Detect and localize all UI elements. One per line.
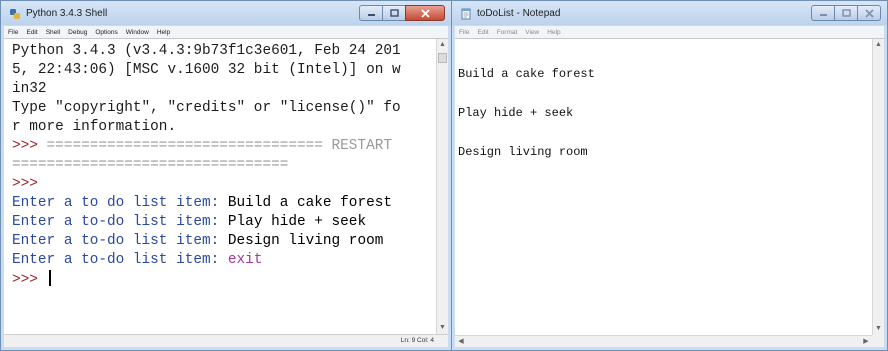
shell-text-segment: Enter a to-do list item:: [12, 214, 228, 230]
minimize-icon: [367, 14, 375, 16]
notepad-icon: [461, 8, 471, 20]
notepad-window: toDoList - Notepad File Edit Format View…: [451, 0, 888, 351]
menu-debug[interactable]: Debug: [68, 29, 87, 36]
scroll-down-arrow-icon[interactable]: ▼: [873, 323, 884, 335]
shell-line: in32: [12, 80, 432, 99]
menu-file[interactable]: File: [8, 29, 18, 36]
shell-text-segment: Play hide + seek: [227, 214, 367, 230]
shell-text-segment: Enter a to do list item:: [12, 195, 228, 211]
notepad-line: Design living room: [458, 145, 588, 159]
shell-menu-bar: File Edit Shell Debug Options Window Hel…: [4, 26, 448, 38]
scroll-left-arrow-icon[interactable]: ◀: [455, 336, 467, 347]
notepad-window-title: toDoList - Notepad: [477, 8, 561, 19]
shell-text-segment: ================================: [12, 157, 289, 173]
shell-text-area[interactable]: Python 3.4.3 (v3.4.3:9b73f1c3e601, Feb 2…: [4, 38, 448, 347]
shell-line: >>> ================================ RES…: [12, 137, 432, 156]
scroll-up-arrow-icon[interactable]: ▲: [873, 39, 884, 51]
notepad-horizontal-scrollbar[interactable]: ◀ ▶: [455, 335, 872, 347]
shell-text-segment: >>>: [12, 138, 47, 154]
close-icon: [420, 8, 430, 18]
shell-maximize-button[interactable]: [382, 5, 405, 21]
menu-format[interactable]: Format: [497, 29, 518, 36]
shell-line: Enter a to do list item: Build a cake fo…: [12, 194, 432, 213]
shell-text-segment: in32: [12, 81, 47, 97]
menu-options[interactable]: Options: [95, 29, 117, 36]
shell-line: Type "copyright", "credits" or "license(…: [12, 99, 432, 118]
notepad-vertical-scrollbar[interactable]: ▲ ▼: [872, 39, 884, 335]
shell-line: Enter a to-do list item: Play hide + see…: [12, 213, 432, 232]
shell-text-segment: >>>: [12, 272, 47, 288]
menu-shell[interactable]: Shell: [46, 29, 60, 36]
shell-text-segment: Python 3.4.3 (v3.4.3:9b73f1c3e601, Feb 2…: [12, 43, 401, 59]
shell-title-bar[interactable]: Python 3.4.3 Shell: [1, 1, 451, 25]
menu-file[interactable]: File: [459, 29, 469, 36]
shell-line: 5, 22:43:06) [MSC v.1600 32 bit (Intel)]…: [12, 61, 432, 80]
shell-window-controls: [359, 5, 445, 21]
shell-text-segment: Type "copyright", "credits" or "license(…: [12, 100, 401, 116]
notepad-menu-bar: File Edit Format View Help: [455, 26, 884, 38]
shell-text-segment: r more information.: [12, 119, 177, 135]
shell-line: Enter a to-do list item: exit: [12, 251, 432, 270]
maximize-icon: [841, 9, 851, 17]
cursor-position: Ln: 9 Col: 4: [400, 337, 434, 344]
shell-text-segment: >>>: [12, 176, 38, 192]
notepad-line: Play hide + seek: [458, 106, 574, 120]
scroll-up-arrow-icon[interactable]: ▲: [437, 39, 448, 51]
close-icon: [864, 8, 874, 18]
scroll-right-arrow-icon[interactable]: ▶: [860, 336, 872, 347]
shell-line: Enter a to-do list item: Design living r…: [12, 232, 432, 251]
shell-line: >>>: [12, 175, 432, 194]
notepad-text-area[interactable]: Build a cake forest Play hide + seek Des…: [455, 38, 884, 347]
shell-output[interactable]: Python 3.4.3 (v3.4.3:9b73f1c3e601, Feb 2…: [12, 42, 432, 289]
maximize-icon: [389, 9, 399, 17]
notepad-maximize-button[interactable]: [834, 5, 857, 21]
notepad-title-bar[interactable]: toDoList - Notepad: [452, 1, 887, 25]
notepad-window-controls: [811, 5, 881, 21]
minimize-icon: [819, 14, 827, 16]
shell-line: ================================: [12, 156, 432, 175]
shell-vertical-scrollbar[interactable]: ▲ ▼: [436, 39, 448, 334]
shell-minimize-button[interactable]: [359, 5, 382, 21]
text-cursor: [48, 270, 51, 286]
shell-text-segment: Enter a to-do list item:: [12, 252, 228, 268]
shell-line: Python 3.4.3 (v3.4.3:9b73f1c3e601, Feb 2…: [12, 42, 432, 61]
shell-line: >>>: [12, 270, 432, 289]
scroll-down-arrow-icon[interactable]: ▼: [437, 322, 448, 334]
shell-window-title: Python 3.4.3 Shell: [26, 8, 108, 19]
shell-close-button[interactable]: [405, 5, 445, 21]
python-shell-window: Python 3.4.3 Shell File Edit Shell Debug…: [0, 0, 452, 351]
shell-text-segment: Design living room: [227, 233, 384, 249]
menu-window[interactable]: Window: [126, 29, 149, 36]
notepad-minimize-button[interactable]: [811, 5, 834, 21]
shell-status-bar: Ln: 9 Col: 4: [4, 334, 448, 347]
shell-text-segment: Build a cake forest: [227, 195, 392, 211]
menu-help[interactable]: Help: [157, 29, 170, 36]
shell-text-segment: ================================ RESTART: [46, 138, 392, 154]
notepad-close-button[interactable]: [857, 5, 881, 21]
notepad-line: Build a cake forest: [458, 67, 595, 81]
menu-view[interactable]: View: [525, 29, 539, 36]
scrollbar-corner: [872, 335, 884, 347]
shell-text-segment: 5, 22:43:06) [MSC v.1600 32 bit (Intel)]…: [12, 62, 401, 78]
python-logo-icon: [10, 9, 20, 19]
menu-edit[interactable]: Edit: [26, 29, 37, 36]
menu-edit[interactable]: Edit: [477, 29, 488, 36]
shell-line: r more information.: [12, 118, 432, 137]
menu-help[interactable]: Help: [547, 29, 560, 36]
shell-text-segment: Enter a to-do list item:: [12, 233, 228, 249]
shell-text-segment: exit: [227, 252, 263, 268]
scroll-thumb[interactable]: [438, 53, 447, 63]
notepad-content[interactable]: Build a cake forest Play hide + seek Des…: [458, 42, 868, 185]
